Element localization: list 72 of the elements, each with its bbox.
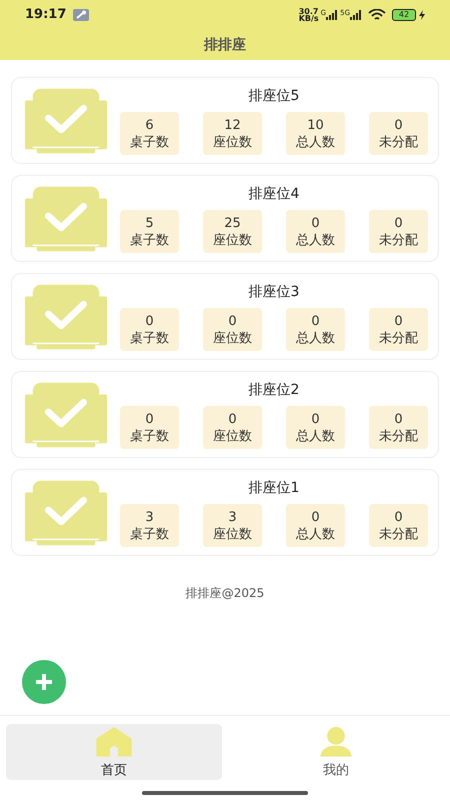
nav-tab[interactable]: 首页 [6, 724, 222, 780]
stat-value: 0 [228, 312, 237, 330]
person-icon [318, 727, 354, 756]
stat-label: 总人数 [296, 134, 335, 150]
stat-value: 12 [224, 116, 241, 134]
stat-label: 座位数 [213, 526, 252, 542]
stat-label: 总人数 [296, 330, 335, 346]
stat-value: 0 [145, 410, 154, 428]
wifi-icon [368, 9, 386, 21]
stat-value: 0 [311, 214, 320, 232]
stat-value: 0 [394, 410, 403, 428]
stat-value: 0 [394, 508, 403, 526]
card-title: 排座位4 [248, 185, 300, 204]
seat-check-icon [25, 88, 107, 154]
seat-check-icon [25, 382, 107, 448]
stat-value: 3 [228, 508, 237, 526]
stat-value: 0 [311, 508, 320, 526]
stat-label: 未分配 [379, 428, 418, 444]
stat-label: 座位数 [213, 134, 252, 150]
seating-card[interactable]: 排座位1 3 桌子数 3 座位数 0 总人数 0 未分配 [11, 469, 439, 556]
stat-label: 总人数 [296, 526, 335, 542]
signal-icon [350, 10, 362, 20]
stat-value: 10 [307, 116, 324, 134]
signal-icon [326, 10, 338, 20]
stat-value: 0 [228, 410, 237, 428]
seating-card[interactable]: 排座位3 0 桌子数 0 座位数 0 总人数 0 未分配 [11, 273, 439, 360]
stat-value: 5 [145, 214, 154, 232]
stat-label: 桌子数 [130, 134, 169, 150]
stat-label: 桌子数 [130, 232, 169, 248]
seat-check-icon [25, 480, 107, 546]
stat-label: 未分配 [379, 330, 418, 346]
network-speed: 30.7 [298, 8, 319, 15]
home-icon [96, 727, 132, 756]
footer-text: 排排座@2025 [186, 585, 264, 602]
stat-value: 0 [394, 214, 403, 232]
card-title: 排座位5 [248, 87, 300, 106]
battery-level: 42 [398, 11, 410, 19]
stat-label: 未分配 [379, 134, 418, 150]
stat-label: 未分配 [379, 526, 418, 542]
stat-label: 桌子数 [130, 526, 169, 542]
stat-label: 总人数 [296, 232, 335, 248]
speed-unit: KB/s [298, 15, 319, 22]
plus-icon [34, 672, 54, 692]
seating-card[interactable]: 排座位4 5 桌子数 25 座位数 0 总人数 0 未分配 [11, 175, 439, 262]
stat-value: 0 [394, 116, 403, 134]
stat-value: 0 [311, 410, 320, 428]
stat-label: 桌子数 [130, 330, 169, 346]
stat-value: 0 [311, 312, 320, 330]
card-title: 排座位3 [248, 283, 300, 302]
stat-label: 座位数 [213, 330, 252, 346]
stat-value: 6 [145, 116, 154, 134]
charging-icon [419, 10, 425, 20]
page-title: 排排座 [204, 36, 246, 54]
stat-label: 座位数 [213, 232, 252, 248]
stat-value: 25 [224, 214, 241, 232]
stat-label: 未分配 [379, 232, 418, 248]
card-title: 排座位2 [248, 381, 300, 400]
add-button[interactable] [22, 660, 66, 704]
nav-tab[interactable]: 我的 [228, 724, 444, 780]
stat-value: 0 [394, 312, 403, 330]
stat-value: 0 [145, 312, 154, 330]
stat-label: 桌子数 [130, 428, 169, 444]
seat-check-icon [25, 186, 107, 252]
status-time: 19:17 [25, 6, 66, 24]
card-title: 排座位1 [248, 479, 300, 498]
stat-value: 3 [145, 508, 154, 526]
wrench-icon [73, 9, 90, 21]
seating-card[interactable]: 排座位2 0 桌子数 0 座位数 0 总人数 0 未分配 [11, 371, 439, 458]
stat-label: 座位数 [213, 428, 252, 444]
seating-card[interactable]: 排座位5 6 桌子数 12 座位数 10 总人数 0 未分配 [11, 77, 439, 164]
seat-check-icon [25, 284, 107, 350]
stat-label: 总人数 [296, 428, 335, 444]
